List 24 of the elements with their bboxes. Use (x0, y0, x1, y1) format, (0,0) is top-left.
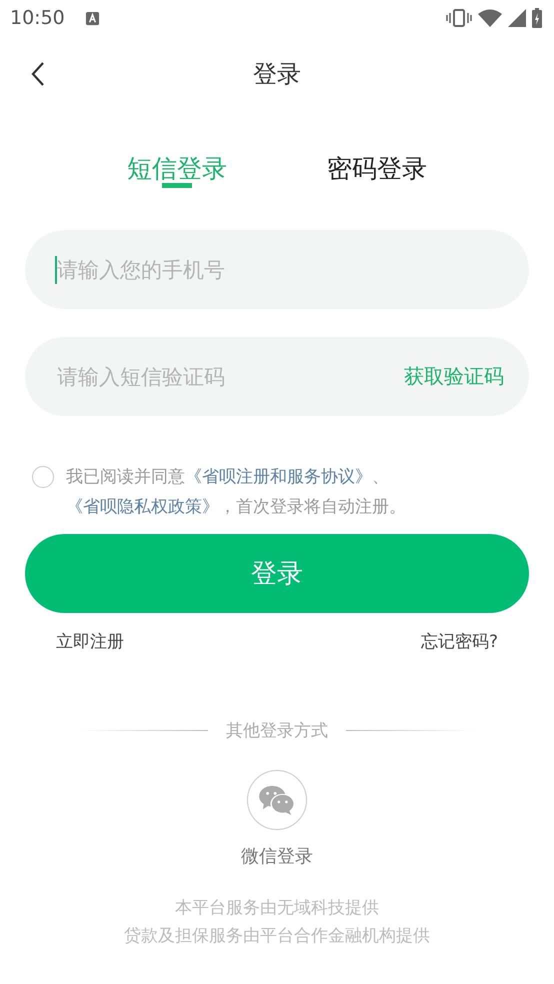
agreement-link[interactable]: 《省呗注册和服务协议》 (185, 467, 372, 487)
signal-icon (508, 9, 526, 27)
wechat-login-label: 微信登录 (241, 845, 313, 868)
login-tab[interactable]: 密码登录 (327, 140, 427, 188)
back-icon[interactable] (31, 61, 45, 87)
agreement-checkbox[interactable] (32, 466, 54, 488)
notification-icon (84, 10, 100, 26)
code-field[interactable]: 请输入短信验证码 (55, 364, 402, 390)
vibrate-icon (446, 9, 472, 27)
status-time: 10:50 (10, 7, 65, 29)
agreement-link[interactable]: 《省呗隐私权政策》 (66, 497, 219, 517)
agreement-text: 我已阅读并同意《省呗注册和服务协议》、 《省呗隐私权政策》，首次登录将自动注册。 (66, 466, 407, 519)
login-button[interactable]: 登录 (25, 534, 529, 613)
phone-field[interactable]: 请输入您的手机号 (25, 230, 529, 309)
register-link[interactable]: 立即注册 (56, 630, 124, 653)
page-title: 登录 (253, 59, 301, 90)
wifi-icon (478, 9, 502, 27)
footer-text: 本平台服务由无域科技提供 (175, 897, 379, 920)
other-login-title: 其他登录方式 (226, 720, 328, 742)
forgot-password-link[interactable]: 忘记密码? (420, 630, 498, 653)
get-code-link[interactable]: 获取验证码 (404, 363, 504, 390)
chat-bubbles-icon (258, 784, 296, 816)
battery-icon (532, 8, 542, 28)
footer-text: 贷款及担保服务由平台合作金融机构提供 (124, 925, 430, 948)
